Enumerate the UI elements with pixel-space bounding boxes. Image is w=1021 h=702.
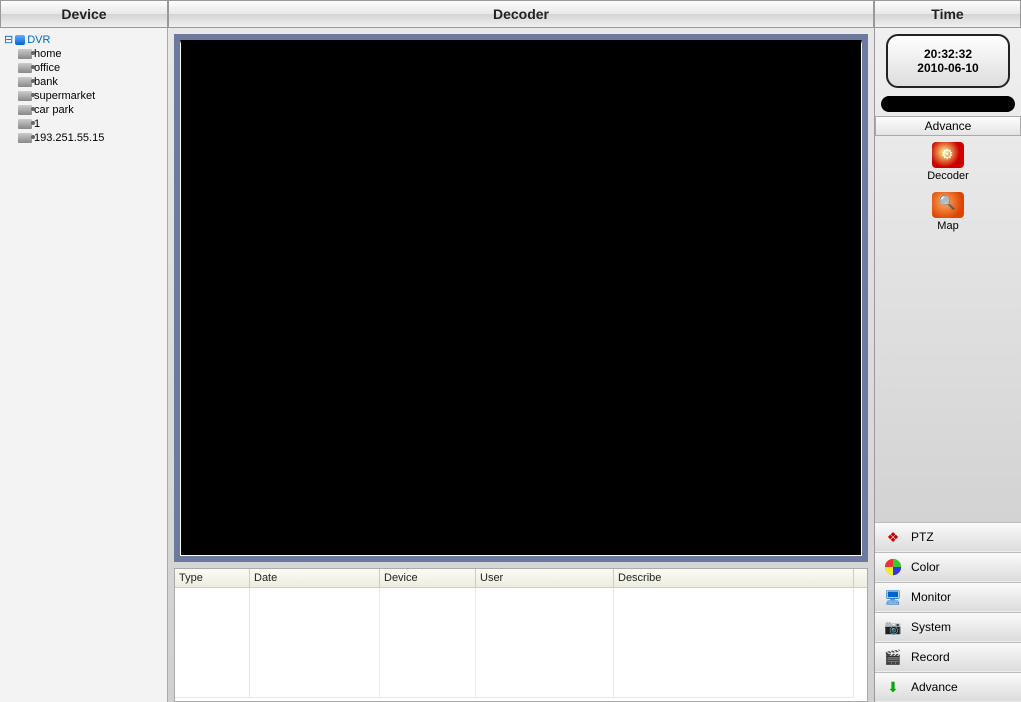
tree-item-label: 193.251.55.15: [34, 132, 104, 144]
log-body: [175, 588, 867, 698]
system-label: System: [911, 620, 951, 634]
col-describe[interactable]: Describe: [614, 569, 854, 587]
tree-item-label: bank: [34, 76, 58, 88]
color-icon: [883, 557, 903, 577]
clock-time: 20:32:32: [924, 47, 972, 61]
col-type[interactable]: Type: [175, 569, 250, 587]
map-tool-icon[interactable]: [932, 192, 964, 218]
system-button[interactable]: 📷 System: [875, 612, 1021, 642]
monitor-label: Monitor: [911, 590, 951, 604]
log-header: Type Date Device User Describe: [175, 569, 867, 588]
ptz-label: PTZ: [911, 530, 934, 544]
camera-icon: [18, 77, 32, 87]
record-button[interactable]: 🎬 Record: [875, 642, 1021, 672]
camera-icon: [18, 49, 32, 59]
clock-date: 2010-06-10: [917, 61, 978, 75]
log-cell: [250, 588, 380, 698]
monitor-button[interactable]: 🖥 Monitor: [875, 582, 1021, 612]
camera-icon: [18, 119, 32, 129]
record-label: Record: [911, 650, 950, 664]
log-cell: [175, 588, 250, 698]
log-cell: [476, 588, 614, 698]
map-tool-label: Map: [937, 220, 958, 232]
color-button[interactable]: Color: [875, 552, 1021, 582]
camera-icon: [18, 91, 32, 101]
camera-icon: [18, 63, 32, 73]
tree-item-label: supermarket: [34, 90, 95, 102]
video-frame: [174, 34, 868, 562]
tree-item-office[interactable]: office: [4, 61, 163, 75]
log-cell: [380, 588, 476, 698]
dvr-icon: [15, 35, 25, 45]
tree-item-1[interactable]: 1: [4, 117, 163, 131]
advance-header: Advance: [875, 116, 1021, 136]
header-device: Device: [0, 0, 168, 28]
camera-icon: [18, 133, 32, 143]
log-cell: [614, 588, 854, 698]
col-scroll: [854, 569, 868, 587]
tree-item-label: home: [34, 48, 62, 60]
col-date[interactable]: Date: [250, 569, 380, 587]
color-label: Color: [911, 560, 940, 574]
ptz-icon: ❖: [883, 527, 903, 547]
header-decoder: Decoder: [168, 0, 874, 28]
tree-item-carpark[interactable]: car park: [4, 103, 163, 117]
tree-item-label: office: [34, 62, 60, 74]
advance-tools: Decoder Map: [875, 136, 1021, 238]
decoder-tool-icon[interactable]: [932, 142, 964, 168]
tree-root-label: DVR: [27, 34, 50, 46]
right-panel: 20:32:32 2010-06-10 Advance Decoder Map …: [874, 28, 1021, 702]
tree-item-ip[interactable]: 193.251.55.15: [4, 131, 163, 145]
tree-item-label: 1: [34, 118, 40, 130]
ptz-button[interactable]: ❖ PTZ: [875, 522, 1021, 552]
device-tree-panel: ⊟ DVR home office bank supermarket car p…: [0, 28, 168, 702]
tree-item-home[interactable]: home: [4, 47, 163, 61]
center-panel: Type Date Device User Describe: [168, 28, 874, 702]
monitor-icon: 🖥: [883, 587, 903, 607]
tree-item-label: car park: [34, 104, 74, 116]
decoder-tool-label: Decoder: [927, 170, 969, 182]
log-table: Type Date Device User Describe: [174, 568, 868, 702]
record-icon: 🎬: [883, 647, 903, 667]
clock-display: 20:32:32 2010-06-10: [886, 34, 1010, 88]
video-viewport[interactable]: [180, 40, 862, 556]
minus-icon[interactable]: ⊟: [4, 33, 13, 46]
col-user[interactable]: User: [476, 569, 614, 587]
header-time: Time: [874, 0, 1021, 28]
tree-item-bank[interactable]: bank: [4, 75, 163, 89]
advance-label: Advance: [911, 680, 958, 694]
status-bar: [881, 96, 1015, 112]
advance-button[interactable]: ⬇ Advance: [875, 672, 1021, 702]
advance-icon: ⬇: [883, 677, 903, 697]
system-icon: 📷: [883, 617, 903, 637]
tree-item-supermarket[interactable]: supermarket: [4, 89, 163, 103]
tree-root[interactable]: ⊟ DVR: [4, 32, 163, 47]
col-device[interactable]: Device: [380, 569, 476, 587]
camera-icon: [18, 105, 32, 115]
